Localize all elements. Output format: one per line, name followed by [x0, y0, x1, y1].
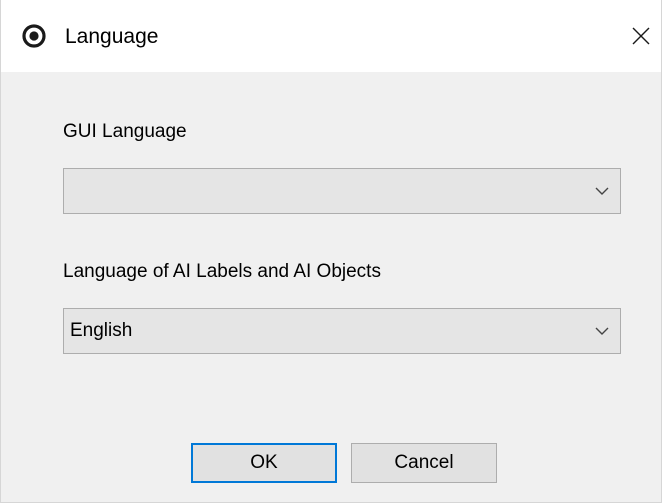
app-logo-icon	[22, 24, 46, 48]
ai-language-select[interactable]: English	[63, 308, 621, 354]
close-button[interactable]	[621, 14, 661, 58]
ok-button[interactable]: OK	[191, 443, 337, 483]
chevron-down-icon	[595, 187, 609, 195]
close-icon	[632, 27, 650, 45]
window-title: Language	[65, 25, 159, 48]
ai-language-label: Language of AI Labels and AI Objects	[63, 261, 381, 282]
ai-language-value: English	[70, 320, 133, 341]
language-dialog: Language GUI Language Language of AI Lab…	[0, 0, 662, 503]
chevron-down-icon	[595, 327, 609, 335]
gui-language-label: GUI Language	[63, 121, 187, 142]
title-bar: Language	[1, 0, 661, 72]
gui-language-select[interactable]	[63, 168, 621, 214]
cancel-button[interactable]: Cancel	[351, 443, 497, 483]
